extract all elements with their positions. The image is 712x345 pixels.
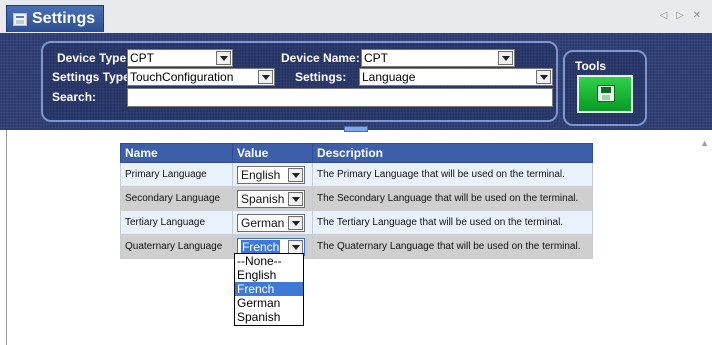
settings-label: Settings: (295, 70, 347, 84)
setting-name: Secondary Language (120, 186, 233, 211)
setting-value-cell: Spanish (232, 186, 313, 211)
save-disk-icon (597, 85, 615, 102)
device-type-select[interactable]: CPT (127, 49, 233, 67)
setting-value-cell: German (232, 210, 313, 235)
settings-value: Language (362, 70, 416, 84)
settings-type-label: Settings Type (52, 70, 130, 84)
setting-value-cell: English (232, 162, 313, 187)
table-row: Quaternary Language French The Quaternar… (120, 234, 593, 259)
settings-window-icon (13, 12, 27, 26)
table-row: Secondary Language Spanish The Secondary… (120, 186, 593, 211)
dropdown-option[interactable]: Spanish (235, 310, 303, 324)
value-select-text: French (241, 239, 281, 254)
device-type-label: Device Type: (57, 51, 131, 65)
title-bar: Settings ◁ ▷ ✕ (0, 0, 712, 34)
chevron-down-icon[interactable] (288, 215, 303, 230)
scroll-up-icon[interactable]: ▲ (700, 138, 709, 148)
table-row: Primary Language English The Primary Lan… (120, 162, 593, 187)
value-select[interactable]: English (237, 165, 305, 184)
setting-name: Tertiary Language (120, 210, 233, 235)
value-select-text: English (241, 167, 281, 182)
setting-description: The Tertiary Language that will be used … (312, 210, 593, 235)
setting-description: The Primary Language that will be used o… (312, 162, 593, 187)
setting-name: Primary Language (120, 162, 233, 187)
settings-table: Name Value Description Primary Language … (120, 143, 593, 259)
settings-content: ▲ Name Value Description Primary Languag… (0, 130, 712, 345)
value-select[interactable]: German (237, 213, 305, 232)
search-label: Search: (52, 90, 97, 104)
device-type-value: CPT (130, 51, 154, 65)
dropdown-option-selected[interactable]: French (235, 282, 303, 296)
settings-tab[interactable]: Settings (6, 5, 104, 32)
setting-description: The Secondary Language that will be used… (312, 186, 593, 211)
window-title: Settings (32, 10, 96, 27)
tools-label: Tools (575, 59, 607, 73)
column-header-value[interactable]: Value (232, 143, 313, 163)
setting-name: Quaternary Language (120, 234, 233, 259)
value-select[interactable]: Spanish (237, 189, 305, 208)
chevron-down-icon[interactable] (288, 167, 303, 182)
dropdown-option[interactable]: English (235, 268, 303, 282)
table-row: Tertiary Language German The Tertiary La… (120, 210, 593, 235)
device-name-value: CPT (364, 51, 388, 65)
chevron-down-icon[interactable] (288, 239, 303, 254)
chevron-down-icon[interactable] (498, 51, 513, 65)
settings-type-select[interactable]: TouchConfiguration (127, 68, 275, 86)
setting-description: The Quaternary Language that will be use… (312, 234, 593, 259)
tab-nav-arrows[interactable]: ◁ ▷ ✕ (660, 10, 704, 21)
column-header-description[interactable]: Description (312, 143, 593, 163)
dropdown-option[interactable]: German (235, 296, 303, 310)
chevron-down-icon[interactable] (288, 191, 303, 206)
language-dropdown-list: --None-- English French German Spanish (234, 253, 304, 326)
chevron-down-icon[interactable] (216, 51, 231, 65)
settings-type-value: TouchConfiguration (130, 70, 234, 84)
tools-panel: Tools (563, 50, 647, 126)
filter-panel: Device Type: CPT Device Name: CPT Settin… (41, 41, 558, 122)
table-header-row: Name Value Description (120, 143, 593, 163)
device-name-select[interactable]: CPT (361, 49, 515, 67)
device-name-label: Device Name: (281, 51, 360, 65)
panel-divider (6, 130, 7, 345)
column-header-name[interactable]: Name (120, 143, 233, 163)
settings-select[interactable]: Language (359, 68, 553, 86)
value-select-text: Spanish (241, 191, 285, 206)
value-select-text: German (241, 215, 285, 230)
dropdown-option[interactable]: --None-- (235, 254, 303, 268)
filter-header: Device Type: CPT Device Name: CPT Settin… (0, 33, 712, 130)
save-button[interactable] (577, 75, 633, 113)
chevron-down-icon[interactable] (258, 70, 273, 84)
chevron-down-icon[interactable] (536, 70, 551, 84)
settings-app: Settings ◁ ▷ ✕ Device Type: CPT Device N… (0, 0, 712, 345)
search-input[interactable] (127, 88, 553, 107)
